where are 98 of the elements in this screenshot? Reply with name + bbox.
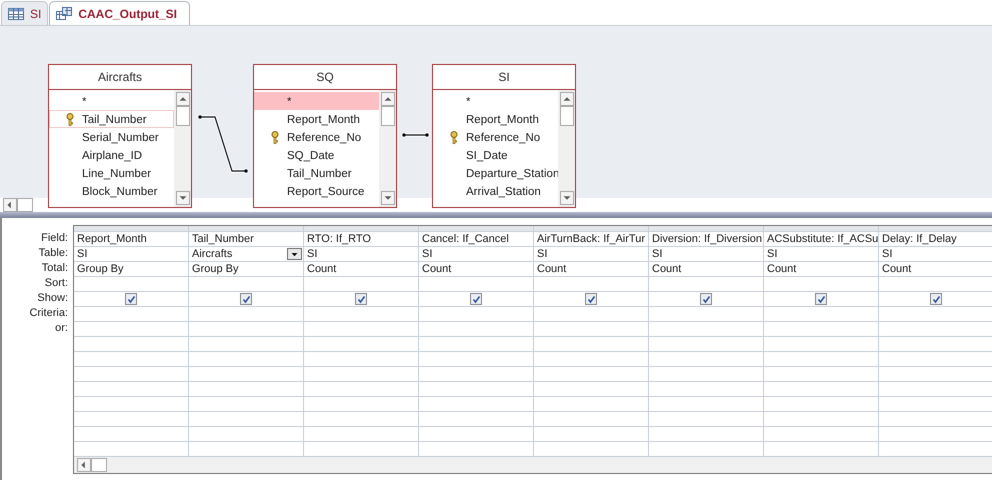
show-checkbox[interactable] [585,293,597,305]
show-checkbox[interactable] [930,293,942,305]
grid-cell[interactable]: AirTurnBack: If_AirTur [534,232,648,247]
field-list-item[interactable]: Airplane_ID [49,146,174,164]
query-grid-icon [56,7,72,20]
grid-cell[interactable]: SI [649,247,763,262]
scroll-down-icon[interactable] [560,191,574,206]
grid-row-label: or: [54,321,69,336]
grid-cell[interactable]: RTO: If_RTO [304,232,418,247]
key-icon [271,131,279,144]
field-list-item[interactable]: Reference_No [254,128,379,146]
column-selector[interactable] [74,226,188,232]
scroll-down-icon[interactable] [380,191,394,206]
field-list-item[interactable]: Tail_Number [254,164,379,182]
grid-cell[interactable]: Report_Month [74,232,188,247]
show-checkbox[interactable] [125,293,137,305]
column-selector[interactable] [649,226,763,232]
grid-cell[interactable]: ACSubstitute: If_ACSu [764,232,878,247]
column-selector[interactable] [764,226,878,232]
grid-cell[interactable]: Cancel: If_Cancel [419,232,533,247]
scroll-up-icon[interactable] [380,92,394,106]
grid-cell[interactable] [879,292,992,307]
field-list-item[interactable]: Line_Number [49,164,174,182]
column-selector[interactable] [304,226,418,232]
grid-cell[interactable]: Diversion: If_Diversion [649,232,763,247]
grid-cell[interactable] [764,292,878,307]
column-selector[interactable] [419,226,533,232]
scroll-thumb[interactable] [17,198,33,212]
column-selector[interactable] [879,226,992,232]
grid-cell[interactable]: Group By [74,262,188,277]
grid-row-label: Criteria: [28,306,69,321]
grid-cell[interactable] [304,292,418,307]
scroll-up-icon[interactable] [176,92,190,106]
grid-cell[interactable]: SI [879,247,992,262]
field-list-item[interactable]: * [49,92,174,110]
grid-cell[interactable]: Group By [189,262,303,277]
grid-cell[interactable]: Count [534,262,648,277]
scroll-thumb[interactable] [380,106,394,126]
field-list-item[interactable]: * [433,92,558,110]
grid-row-label: Total: [40,261,69,276]
field-list-item[interactable]: Report_Month [254,110,379,128]
field-list-item[interactable]: Serial_Number [49,128,174,146]
grid-cell[interactable]: Count [304,262,418,277]
scroll-left-icon[interactable] [3,198,17,212]
field-list-item[interactable]: SQ_Date [254,146,379,164]
grid-cell[interactable]: Delay: If_Delay [879,232,992,247]
grid-cell[interactable]: Aircrafts [189,247,303,262]
field-list-item[interactable]: Arrival_Station [433,182,558,200]
field-list-item[interactable]: Block_Number [49,182,174,200]
scroll-thumb[interactable] [91,458,107,472]
vertical-scrollbar[interactable] [174,90,191,208]
show-checkbox[interactable] [355,293,367,305]
grid-row-label: Sort: [44,276,69,291]
grid-cell[interactable] [534,292,648,307]
grid-cell[interactable]: SI [304,247,418,262]
grid-cell[interactable]: SI [764,247,878,262]
grid-cell[interactable]: SI [74,247,188,262]
grid-cell[interactable] [649,292,763,307]
join-line [197,113,249,176]
scroll-down-icon[interactable] [176,191,190,206]
show-checkbox[interactable] [470,293,482,305]
grid-cell[interactable] [419,292,533,307]
grid-cell[interactable] [189,292,303,307]
show-checkbox[interactable] [240,293,252,305]
grid-row-label: Field: [40,231,69,246]
grid-row-label: Show: [36,291,69,306]
field-list-item[interactable]: * [254,92,379,110]
field-list-item[interactable]: Reference_No [433,128,558,146]
grid-row-label: Table: [38,246,69,261]
field-list-item[interactable]: Report_Month [433,110,558,128]
grid-cell[interactable]: Count [419,262,533,277]
column-selector[interactable] [534,226,648,232]
grid-cell[interactable]: Count [764,262,878,277]
key-icon [66,113,74,126]
scroll-up-icon[interactable] [560,92,574,106]
grid-cell[interactable] [74,292,188,307]
column-selector[interactable] [189,226,303,232]
key-icon [450,131,458,144]
show-checkbox[interactable] [815,293,827,305]
scroll-thumb[interactable] [176,106,190,126]
join-line [402,131,429,140]
scroll-thumb[interactable] [560,106,574,126]
grid-cell[interactable]: Tail_Number [189,232,303,247]
scroll-left-icon[interactable] [77,458,91,472]
field-list-item[interactable]: Report_Source [254,182,379,200]
show-checkbox[interactable] [700,293,712,305]
grid-cell[interactable]: SI [534,247,648,262]
grid-cell[interactable]: Count [649,262,763,277]
grid-cell[interactable]: Count [879,262,992,277]
horizontal-scrollbar[interactable] [74,457,992,473]
vertical-scrollbar[interactable] [379,90,396,208]
document-tab[interactable]: SI [1,1,48,26]
field-list-item[interactable]: SI_Date [433,146,558,164]
table-icon [8,8,24,20]
vertical-scrollbar[interactable] [558,90,575,208]
grid-cell[interactable]: SI [419,247,533,262]
document-tab[interactable]: CAAC_Output_SI [49,1,190,26]
field-list-item[interactable]: Tail_Number [49,110,174,128]
